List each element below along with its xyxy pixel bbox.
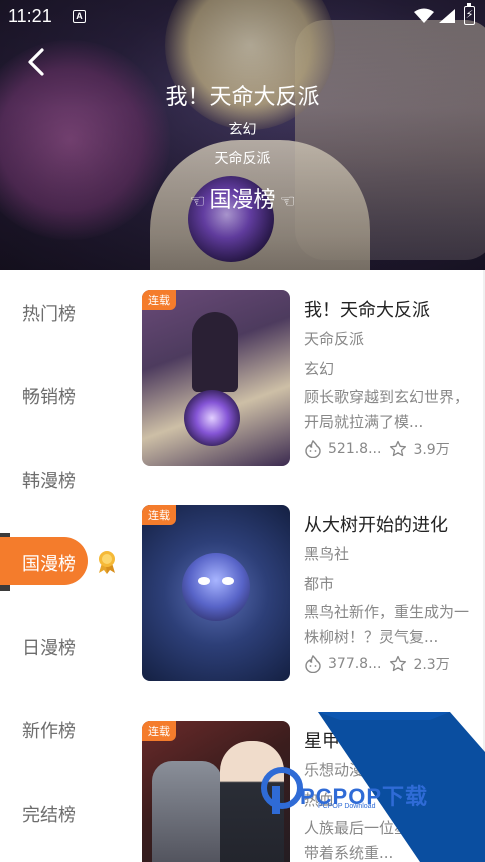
status-time: 11:21 <box>8 6 52 26</box>
comic-genre: 都市 <box>304 575 335 593</box>
comic-stats: 521.8... 3.9万 <box>304 439 450 459</box>
wifi-icon <box>414 8 434 23</box>
view-count: 377.8... <box>328 656 382 672</box>
sidebar-item-bestseller[interactable]: 畅销榜 <box>22 383 76 409</box>
sidebar-item-new[interactable]: 新作榜 <box>22 717 76 743</box>
sidebar-item-domestic-label: 国漫榜 <box>22 554 76 575</box>
favorite-count: 2.3万 <box>413 657 450 673</box>
status-badge: 连载 <box>142 290 176 310</box>
status-badge: 连载 <box>142 721 176 741</box>
hero-title: 我！天命大反派 <box>165 85 320 110</box>
sidebar-item-completed[interactable]: 完结榜 <box>22 801 76 827</box>
medal-icon <box>99 551 115 574</box>
comic-stats: 377.8... 2.3万 <box>304 654 450 674</box>
hero-ranking-label: 国漫榜 <box>209 188 276 213</box>
battery-icon: ⚡ <box>464 3 475 25</box>
comic-cover[interactable]: 连载 <box>142 290 290 466</box>
comic-description: 黑鸟社新作，重生成为一株柳树！？灵气复... <box>304 603 470 646</box>
comic-genre: 玄幻 <box>304 360 335 378</box>
sidebar-item-japanese[interactable]: 日漫榜 <box>22 634 76 660</box>
watermark-logo-icon <box>261 767 303 814</box>
comic-cover[interactable]: 连载 <box>142 505 290 681</box>
star-icon <box>390 655 407 672</box>
list-item[interactable]: 连载 我！天命大反派 天命反派 玄幻 顾长歌穿越到玄幻世界，开局就拉满了模...… <box>142 290 482 470</box>
comic-title[interactable]: 从大树开始的进化 <box>304 511 448 537</box>
hero-genre: 玄幻 <box>228 122 257 138</box>
fire-face-icon <box>305 440 321 458</box>
ranking-page: 11:21 A ⚡ 我！天命大反派 玄幻 天命反派 ☜ 国漫榜 ☜ 热门榜 畅销榜 … <box>0 0 485 862</box>
fire-face-icon <box>305 655 321 673</box>
watermark-subtext: PCPOP Download <box>318 803 376 810</box>
pointing-right-icon: ☜ <box>189 191 206 212</box>
list-item[interactable]: 连载 从大树开始的进化 黑鸟社 都市 黑鸟社新作，重生成为一株柳树！？灵气复..… <box>142 505 482 685</box>
hero-author: 天命反派 <box>214 151 271 167</box>
star-icon <box>390 440 407 457</box>
comic-title[interactable]: 我！天命大反派 <box>304 296 430 322</box>
view-count: 521.8... <box>328 441 382 457</box>
pointing-left-icon: ☜ <box>279 191 296 212</box>
sidebar-item-korean[interactable]: 韩漫榜 <box>22 467 76 493</box>
status-badge: 连载 <box>142 505 176 525</box>
status-bar: 11:21 A ⚡ <box>0 0 485 32</box>
comic-description: 顾长歌穿越到玄幻世界，开局就拉满了模... <box>304 388 470 431</box>
favorite-count: 3.9万 <box>413 442 450 458</box>
comic-author: 天命反派 <box>304 330 365 348</box>
signal-icon <box>439 9 455 23</box>
sidebar-item-hot[interactable]: 热门榜 <box>22 300 76 326</box>
notification-icon: A <box>73 10 86 23</box>
comic-author: 黑鸟社 <box>304 545 350 563</box>
hero-ranking: ☜ 国漫榜 ☜ <box>0 182 485 214</box>
back-button[interactable] <box>22 45 54 79</box>
hero-banner: 11:21 A ⚡ 我！天命大反派 玄幻 天命反派 ☜ 国漫榜 ☜ <box>0 0 485 270</box>
